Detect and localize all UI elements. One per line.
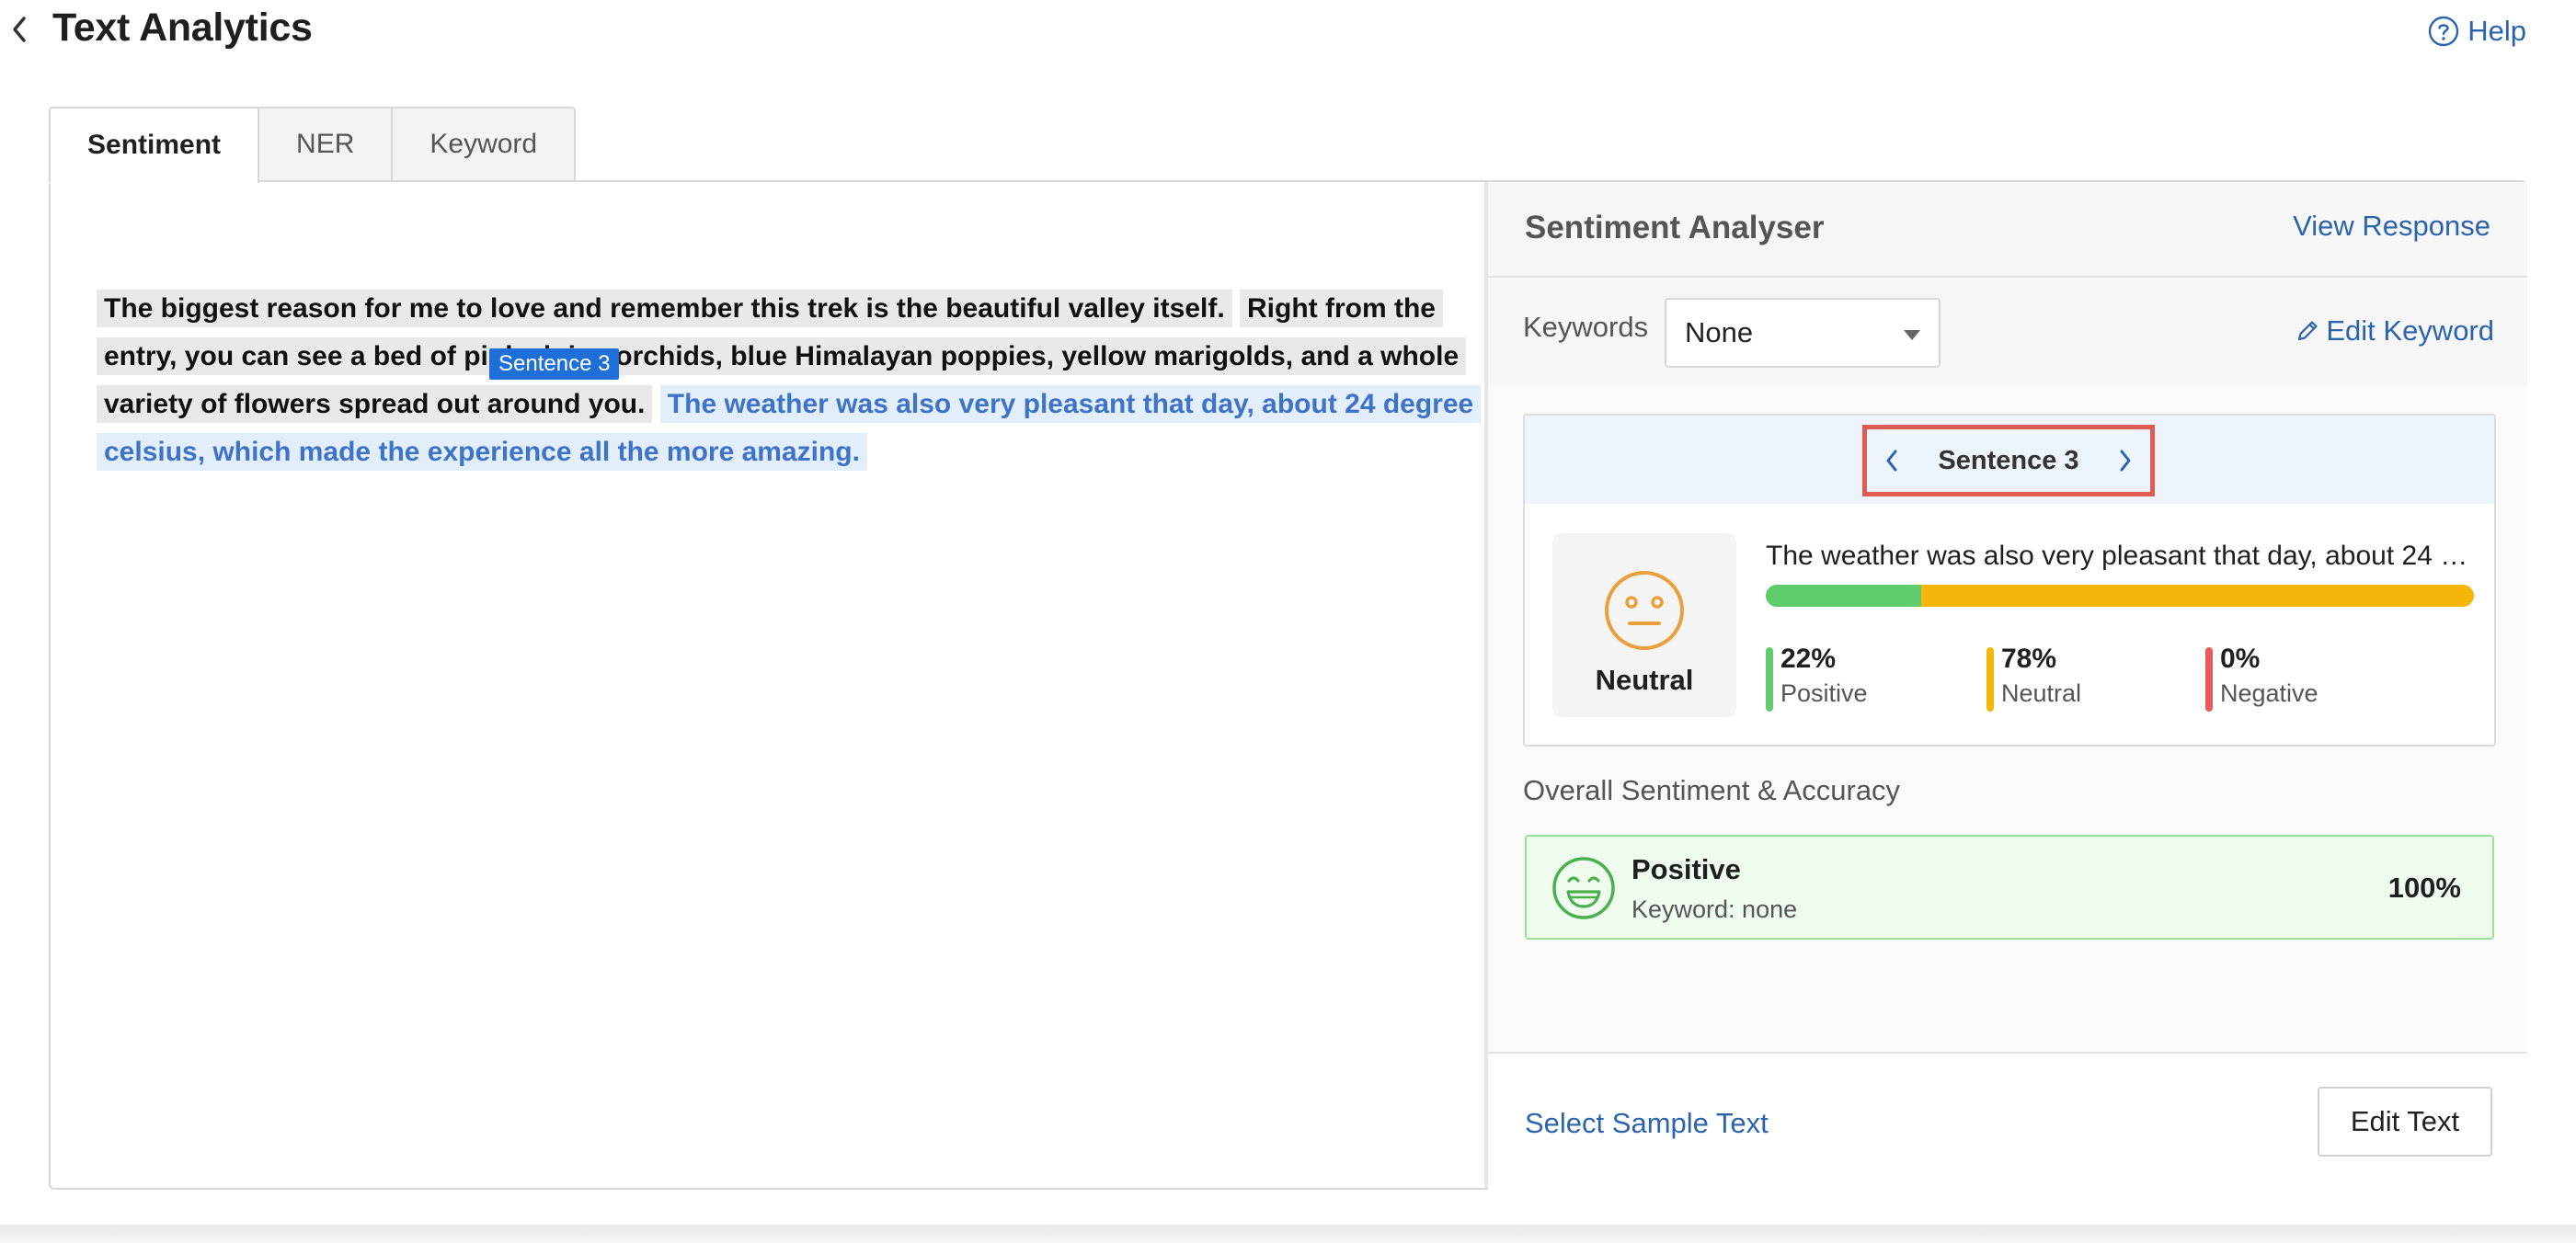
keywords-row: Keywords None Edit Keyword — [1488, 279, 2527, 386]
next-sentence-button[interactable] — [2112, 442, 2139, 479]
sentence-nav-label: Sentence 3 — [1938, 445, 2079, 475]
sentence-tooltip: Sentence 3 — [489, 348, 620, 380]
sentence-sentiment-card: Sentence 3 Neutral The weather was also … — [1523, 414, 2496, 747]
neutral-face-icon — [1605, 571, 1684, 650]
analyser-title: Sentiment Analyser — [1525, 210, 1825, 245]
stat-negative-label: Negative — [2220, 679, 2318, 707]
sentence-navigator: Sentence 3 — [1862, 425, 2155, 496]
select-sample-text-link[interactable]: Select Sample Text — [1525, 1107, 1769, 1140]
keywords-selected-value: None — [1685, 316, 1754, 348]
neutral-segment — [1921, 585, 2474, 607]
stat-positive: 22% Positive — [1766, 644, 1868, 712]
stat-negative-value: 0% — [2220, 644, 2261, 674]
caret-down-icon — [1904, 330, 1920, 340]
help-link[interactable]: Help — [2427, 15, 2526, 48]
sentiment-distribution-bar — [1766, 585, 2474, 607]
view-response-link[interactable]: View Response — [2293, 210, 2490, 243]
overall-accuracy: 100% — [2387, 872, 2461, 904]
stat-neutral-value: 78% — [2001, 644, 2057, 674]
text-area: The biggest reason for me to love and re… — [51, 182, 1485, 1188]
positive-segment — [1766, 585, 1922, 607]
sentence-text: The weather was also very pleasant that … — [1766, 541, 2474, 571]
tab-keyword[interactable]: Keyword — [393, 107, 577, 182]
pencil-icon — [2298, 321, 2318, 341]
analyser-footer: Select Sample Text Edit Text — [1488, 1052, 2527, 1190]
stat-neutral: 78% Neutral — [1986, 644, 2081, 712]
help-icon — [2429, 16, 2459, 47]
keywords-select[interactable]: None — [1665, 298, 1941, 368]
stat-neutral-label: Neutral — [2001, 679, 2082, 707]
page-bottom-shadow — [0, 1225, 2576, 1243]
overall-sentiment-label: Positive — [1631, 853, 1741, 885]
main-panel: The biggest reason for me to love and re… — [49, 180, 2527, 1190]
edit-keyword-link[interactable]: Edit Keyword — [2295, 314, 2494, 348]
sentence-nav-bar: Sentence 3 — [1525, 416, 2494, 504]
analysis-tabs: Sentiment NER Keyword — [49, 107, 577, 184]
overall-section-title: Overall Sentiment & Accuracy — [1523, 774, 1901, 806]
edit-text-button[interactable]: Edit Text — [2318, 1087, 2492, 1157]
analyzed-text: The biggest reason for me to love and re… — [97, 285, 1482, 476]
app-header: Text Analytics Help — [0, 0, 2576, 64]
chevron-left-icon — [13, 17, 26, 42]
page-title: Text Analytics — [52, 6, 313, 50]
overall-keyword: Keyword: none — [1631, 895, 1798, 923]
sentiment-label: Neutral — [1595, 664, 1694, 696]
help-label: Help — [2467, 15, 2526, 47]
stat-positive-value: 22% — [1780, 644, 1837, 674]
edit-keyword-label: Edit Keyword — [2326, 314, 2494, 347]
overall-sentiment-card: Positive Keyword: none 100% — [1525, 835, 2494, 940]
sentiment-emoji-box: Neutral — [1552, 533, 1736, 717]
prev-sentence-button[interactable] — [1878, 442, 1906, 479]
chevron-left-icon — [1886, 450, 1897, 472]
sentiment-analyser-panel: Sentiment Analyser View Response Keyword… — [1484, 182, 2527, 1190]
happy-face-icon — [1552, 857, 1615, 919]
tab-sentiment[interactable]: Sentiment — [49, 107, 260, 184]
chevron-right-icon — [2120, 450, 2131, 472]
analyser-header: Sentiment Analyser View Response — [1488, 182, 2527, 278]
tab-ner[interactable]: NER — [259, 107, 394, 182]
back-button[interactable] — [6, 9, 33, 50]
keywords-label: Keywords — [1523, 311, 1649, 343]
sentence-1[interactable]: The biggest reason for me to love and re… — [97, 290, 1232, 327]
stat-negative: 0% Negative — [2205, 644, 2318, 712]
stat-positive-label: Positive — [1780, 679, 1868, 707]
